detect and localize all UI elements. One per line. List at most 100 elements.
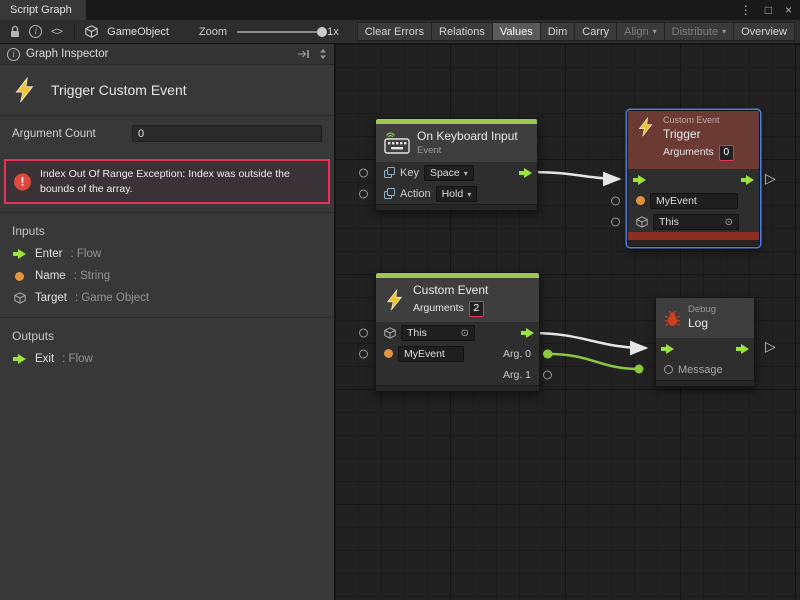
- carry-button[interactable]: Carry: [574, 22, 617, 41]
- cube-icon: [12, 292, 27, 304]
- event-name-field[interactable]: MyEvent: [650, 193, 738, 209]
- port-arg0-output[interactable]: [543, 349, 552, 358]
- input-row-name: Name : String: [0, 265, 334, 287]
- node-header: On Keyboard Input Event: [376, 124, 537, 162]
- outputs-section-header: Outputs: [0, 318, 334, 348]
- port-message-input[interactable]: [664, 365, 673, 374]
- tab-script-graph[interactable]: Script Graph: [0, 0, 86, 20]
- unit-title-block: Trigger Custom Event: [0, 65, 334, 115]
- arguments-label: Arguments: [663, 146, 714, 160]
- node-title: Trigger: [663, 127, 734, 143]
- menu-icon[interactable]: ⋮: [740, 3, 752, 17]
- zoom-slider-track: [237, 31, 321, 33]
- target-row: This: [376, 322, 539, 343]
- node-trigger-custom-event[interactable]: Custom Event Trigger Arguments 0 MyEvent: [627, 110, 760, 247]
- arguments-label: Arguments: [413, 302, 464, 316]
- node-header: Custom Event Trigger Arguments 0: [628, 111, 759, 169]
- node-category: Custom Event: [663, 115, 734, 127]
- port-arg1-output[interactable]: [543, 370, 552, 379]
- port-name: Target: [35, 292, 67, 304]
- overview-button[interactable]: Overview: [733, 22, 795, 41]
- dim-button[interactable]: Dim: [540, 22, 576, 41]
- info-icon[interactable]: i: [26, 23, 47, 41]
- wire-arg0-to-message[interactable]: [548, 354, 639, 369]
- target-dropdown[interactable]: This: [653, 214, 739, 230]
- chevron-down-icon: [467, 188, 471, 200]
- node-on-keyboard-input[interactable]: On Keyboard Input Event Key Space: [375, 118, 538, 211]
- lock-icon[interactable]: [5, 23, 26, 41]
- port-flow-output[interactable]: [741, 175, 754, 185]
- error-strip: [628, 232, 759, 240]
- tab-label: Script Graph: [10, 4, 72, 16]
- wire-customevent-to-log[interactable]: [531, 333, 646, 348]
- object-picker-icon[interactable]: [725, 216, 733, 228]
- target-dropdown[interactable]: This: [401, 325, 475, 341]
- port-name: Enter: [35, 248, 63, 260]
- node-debug-log[interactable]: Debug Log Message: [655, 297, 755, 387]
- port-key-input[interactable]: [359, 168, 368, 177]
- gameobject-label[interactable]: GameObject: [107, 26, 169, 38]
- play-indicator-icon: ▷: [765, 170, 776, 187]
- target-row: This: [628, 211, 759, 232]
- port-flow-output[interactable]: [736, 344, 749, 354]
- port-target-input[interactable]: [611, 217, 620, 226]
- node-category: Debug: [688, 304, 716, 316]
- message-row: Message: [656, 359, 754, 380]
- bug-icon: [664, 310, 681, 327]
- port-flow-input[interactable]: [633, 175, 646, 185]
- arguments-count-field[interactable]: 0: [719, 145, 734, 161]
- close-icon[interactable]: ×: [785, 3, 792, 17]
- port-target-input[interactable]: [359, 328, 368, 337]
- node-title: Log: [688, 316, 716, 332]
- node-subtitle: Event: [417, 145, 518, 157]
- port-name: Exit: [35, 353, 54, 365]
- unit-title: Trigger Custom Event: [51, 82, 187, 98]
- port-flow-input[interactable]: [661, 344, 674, 354]
- distribute-dropdown[interactable]: Distribute: [664, 22, 734, 41]
- port-name-input[interactable]: [359, 349, 368, 358]
- action-dropdown[interactable]: Hold: [436, 186, 478, 202]
- error-message-box: ! Index Out Of Range Exception: Index wa…: [4, 159, 330, 204]
- port-flow-output[interactable]: [521, 328, 534, 338]
- error-icon: !: [14, 173, 31, 190]
- play-indicator-icon: ▷: [765, 338, 776, 355]
- values-button[interactable]: Values: [492, 22, 541, 41]
- port-flow-output[interactable]: [519, 168, 532, 178]
- argument-count-row: Argument Count: [0, 116, 334, 151]
- string-dot-icon: [384, 349, 393, 358]
- object-picker-icon[interactable]: [461, 327, 469, 339]
- wire-keyboard-to-trigger[interactable]: [529, 172, 619, 179]
- arg0-label: Arg. 0: [503, 348, 531, 360]
- graph-canvas[interactable]: On Keyboard Input Event Key Space: [335, 44, 800, 600]
- toolbar-separator: [74, 24, 75, 40]
- event-name-field[interactable]: MyEvent: [398, 346, 464, 362]
- node-title: Custom Event: [413, 283, 488, 299]
- zoom-value: 1x: [327, 26, 339, 38]
- node-custom-event[interactable]: Custom Event Arguments 2 This: [375, 272, 540, 392]
- input-row-target: Target : Game Object: [0, 287, 334, 309]
- zoom-slider-knob[interactable]: [317, 27, 327, 37]
- lightning-icon: [636, 117, 656, 137]
- node-header: Custom Event Arguments 2: [376, 278, 539, 322]
- zoom-label: Zoom: [199, 26, 227, 38]
- port-name-input[interactable]: [611, 196, 620, 205]
- key-dropdown[interactable]: Space: [424, 165, 474, 181]
- clear-errors-button[interactable]: Clear Errors: [357, 22, 432, 41]
- dock-icon[interactable]: [297, 49, 310, 59]
- code-icon[interactable]: <>: [46, 23, 67, 41]
- action-dropdown-value: Hold: [442, 188, 464, 200]
- zoom-slider[interactable]: [237, 23, 321, 41]
- port-action-input[interactable]: [359, 189, 368, 198]
- node-header: Debug Log: [656, 298, 754, 338]
- maximize-icon[interactable]: □: [765, 3, 772, 17]
- node-title: On Keyboard Input: [417, 129, 518, 145]
- target-dropdown-value: This: [407, 327, 427, 339]
- align-dropdown[interactable]: Align: [616, 22, 664, 41]
- key-row: Key Space: [376, 162, 537, 183]
- arguments-count-field[interactable]: 2: [469, 301, 484, 317]
- argument-count-input[interactable]: [132, 125, 322, 142]
- graph-inspector-title: Graph Inspector: [26, 48, 108, 60]
- expand-collapse-icon[interactable]: [319, 48, 327, 60]
- relations-button[interactable]: Relations: [431, 22, 493, 41]
- action-row: Action Hold: [376, 183, 537, 204]
